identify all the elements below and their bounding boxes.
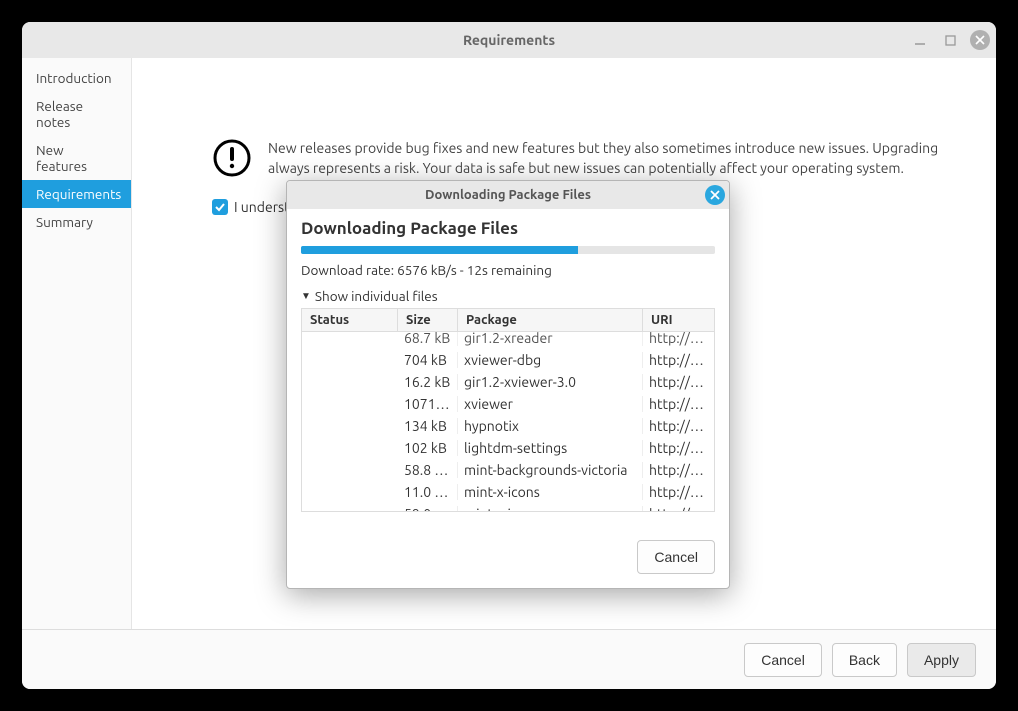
cell-uri: http://packa (643, 506, 714, 512)
table-row[interactable]: Done1071 kBxviewerhttp://packa (302, 393, 714, 415)
cell-size: 704 kB (398, 352, 458, 368)
col-package[interactable]: Package (458, 309, 643, 332)
table-row[interactable]: 41%59.0 MBmint-y-iconshttp://packa (302, 503, 714, 512)
cell-uri: http://packa (643, 352, 714, 368)
table-row[interactable]: Done16.2 kBgir1.2-xviewer-3.0http://pack… (302, 371, 714, 393)
cell-size: 11.0 MB (398, 484, 458, 500)
maximize-button[interactable] (940, 30, 960, 50)
table-row[interactable]: Done58.8 MBmint-backgrounds-victoriahttp… (302, 459, 714, 481)
download-dialog: Downloading Package Files Downloading Pa… (286, 180, 730, 589)
cell-size: 16.2 kB (398, 374, 458, 390)
warning-icon (212, 138, 252, 181)
table-row[interactable]: Done68.7 kBgir1.2-xreaderhttp://packa (302, 332, 714, 349)
table-row[interactable]: Done134 kBhypnotixhttp://packa (302, 415, 714, 437)
cell-uri: http://packa (643, 462, 714, 478)
cell-uri: http://packa (643, 484, 714, 500)
minimize-button[interactable] (910, 30, 930, 50)
cell-uri: http://packa (643, 396, 714, 412)
expander-label: Show individual files (315, 288, 438, 304)
titlebar-title: Requirements (463, 32, 555, 48)
sidebar-item-label: Requirements (36, 186, 121, 202)
cell-package: gir1.2-xviewer-3.0 (458, 374, 643, 390)
sidebar-item-label: New features (36, 142, 87, 174)
expander[interactable]: ▼ Show individual files (301, 288, 715, 304)
dialog-titlebar: Downloading Package Files (287, 181, 729, 209)
sidebar-item-release-notes[interactable]: Release notes (22, 92, 131, 136)
files-table-body[interactable]: Done68.7 kBgir1.2-xreaderhttp://packaDon… (301, 332, 715, 512)
cell-size: 68.7 kB (398, 332, 458, 346)
cell-size: 59.0 MB (398, 506, 458, 512)
files-table-header: Status Size Package URI (301, 308, 715, 332)
overall-progress-bar (301, 246, 715, 254)
sidebar-item-requirements[interactable]: Requirements (22, 180, 131, 208)
footer: Cancel Back Apply (22, 629, 996, 689)
sidebar: Introduction Release notes New features … (22, 58, 132, 629)
dialog-titlebar-text: Downloading Package Files (425, 188, 591, 202)
back-button[interactable]: Back (832, 643, 897, 677)
sidebar-item-introduction[interactable]: Introduction (22, 64, 131, 92)
download-rate: Download rate: 6576 kB/s - 12s remaining (301, 262, 715, 278)
cell-uri: http://packa (643, 440, 714, 456)
close-button[interactable] (970, 30, 990, 50)
cell-size: 58.8 MB (398, 462, 458, 478)
cell-uri: http://packa (643, 418, 714, 434)
sidebar-item-new-features[interactable]: New features (22, 136, 131, 180)
sidebar-item-label: Summary (36, 214, 93, 230)
col-size[interactable]: Size (398, 309, 458, 332)
sidebar-item-label: Release notes (36, 98, 83, 130)
col-status[interactable]: Status (302, 309, 398, 332)
cell-package: gir1.2-xreader (458, 332, 643, 346)
expander-down-icon: ▼ (301, 290, 311, 302)
cell-package: mint-x-icons (458, 484, 643, 500)
cell-package: mint-y-icons (458, 506, 643, 512)
understand-label: I underst (234, 199, 290, 215)
table-row[interactable]: Done704 kBxviewer-dbghttp://packa (302, 349, 714, 371)
dialog-body: Downloading Package Files Download rate:… (287, 209, 729, 526)
col-uri[interactable]: URI (643, 309, 715, 332)
dialog-footer: Cancel (287, 526, 729, 588)
cell-size: 1071 kB (398, 396, 458, 412)
table-row[interactable]: Done102 kBlightdm-settingshttp://packa (302, 437, 714, 459)
cell-size: 102 kB (398, 440, 458, 456)
cancel-button[interactable]: Cancel (744, 643, 822, 677)
table-row[interactable]: Done11.0 MBmint-x-iconshttp://packa (302, 481, 714, 503)
cell-package: mint-backgrounds-victoria (458, 462, 643, 478)
cell-package: lightdm-settings (458, 440, 643, 456)
titlebar: Requirements (22, 22, 996, 58)
info-row: New releases provide bug fixes and new f… (132, 58, 996, 191)
dialog-close-button[interactable] (705, 185, 725, 205)
cell-package: xviewer-dbg (458, 352, 643, 368)
cell-uri: http://packa (643, 374, 714, 390)
dialog-cancel-button[interactable]: Cancel (637, 540, 715, 574)
sidebar-item-summary[interactable]: Summary (22, 208, 131, 236)
overall-progress-fill (301, 246, 578, 254)
sidebar-item-label: Introduction (36, 70, 112, 86)
cell-package: hypnotix (458, 418, 643, 434)
info-text: New releases provide bug fixes and new f… (268, 138, 956, 179)
dialog-heading: Downloading Package Files (301, 219, 715, 238)
title-controls (910, 22, 990, 58)
cell-package: xviewer (458, 396, 643, 412)
cell-uri: http://packa (643, 332, 714, 346)
cell-size: 134 kB (398, 418, 458, 434)
understand-checkbox[interactable] (212, 199, 228, 215)
apply-button[interactable]: Apply (907, 643, 976, 677)
